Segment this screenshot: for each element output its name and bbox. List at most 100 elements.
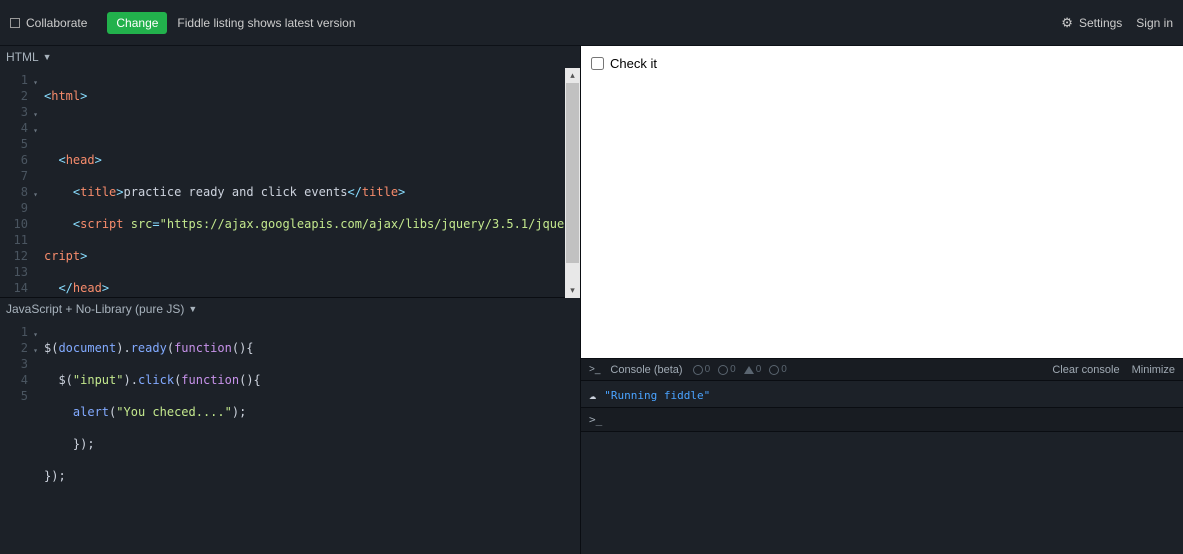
code-token: >: [95, 153, 102, 167]
line-num: 7: [21, 169, 28, 183]
line-num: 5: [21, 137, 28, 151]
js-editor[interactable]: 1▾ 2▾ 3 4 5 $(document).ready(function()…: [0, 320, 580, 554]
console-prompt: >_: [589, 413, 602, 426]
left-column: HTML ▼ 1▾ 2 3▾ 4▾ 5 6 7 8▾ 9 10 11 12 1: [0, 46, 580, 554]
line-num: 4: [21, 121, 28, 135]
code-token: cript: [44, 249, 80, 263]
code-token: (){: [232, 341, 254, 355]
code-token: function: [174, 341, 232, 355]
code-token: >: [102, 281, 109, 295]
sliders-icon: ⚙: [1061, 15, 1073, 31]
code-token: >: [398, 185, 405, 199]
code-token: "You checed....": [116, 405, 232, 419]
code-token: title: [362, 185, 398, 199]
code-token: head: [73, 281, 102, 295]
topbar: Collaborate Change Fiddle listing shows …: [0, 0, 1183, 46]
code-token: head: [66, 153, 95, 167]
topbar-left: Collaborate Change Fiddle listing shows …: [10, 12, 356, 34]
code-token: <: [58, 153, 65, 167]
html-pane-title: HTML: [6, 50, 39, 64]
code-token: alert: [73, 405, 109, 419]
fiddle-info: Change Fiddle listing shows latest versi…: [107, 12, 355, 34]
html-pane-header[interactable]: HTML ▼: [0, 46, 580, 68]
line-num: 4: [21, 373, 28, 387]
settings-label: Settings: [1079, 16, 1122, 30]
line-num: 2: [21, 89, 28, 103]
console-title: Console (beta): [610, 364, 682, 376]
minimize-console-button[interactable]: Minimize: [1132, 364, 1175, 376]
line-num: 13: [14, 265, 28, 279]
code-token: src: [124, 217, 153, 231]
counter-value: 0: [781, 364, 787, 375]
code-token: });: [73, 437, 95, 451]
line-num: 3: [21, 357, 28, 371]
code-token: $(: [58, 373, 72, 387]
clear-console-button[interactable]: Clear console: [1052, 364, 1119, 376]
chevron-down-icon: ▼: [188, 304, 197, 314]
code-token: ready: [131, 341, 167, 355]
scroll-down-icon[interactable]: ▾: [565, 283, 580, 298]
console-body: ☁ "Running fiddle" >_: [581, 381, 1183, 554]
settings-link[interactable]: ⚙ Settings: [1061, 15, 1122, 31]
code-token: title: [80, 185, 116, 199]
html-pane: HTML ▼ 1▾ 2 3▾ 4▾ 5 6 7 8▾ 9 10 11 12 1: [0, 46, 580, 298]
preview-checkbox-text: Check it: [610, 56, 657, 71]
scroll-up-icon[interactable]: ▴: [565, 68, 580, 83]
collaborate-icon: [10, 18, 20, 28]
counter-warn[interactable]: 0: [744, 364, 762, 375]
js-pane: JavaScript + No-Library (pure JS) ▼ 1▾ 2…: [0, 298, 580, 554]
counter-value: 0: [756, 364, 762, 375]
js-pane-header[interactable]: JavaScript + No-Library (pure JS) ▼: [0, 298, 580, 320]
fiddle-status-text: Fiddle listing shows latest version: [177, 16, 355, 30]
code-token: );: [232, 405, 246, 419]
console-line: ☁ "Running fiddle": [589, 385, 1175, 405]
console-header-left: >_ Console (beta) 0 0 0 0: [589, 364, 787, 376]
cloud-icon: ☁: [589, 388, 596, 402]
code-token: function: [181, 373, 239, 387]
js-gutter: 1▾ 2▾ 3 4 5: [0, 320, 38, 404]
code-token: });: [44, 469, 66, 483]
code-token: (: [167, 341, 174, 355]
line-num: 6: [21, 153, 28, 167]
code-token: ).: [123, 373, 137, 387]
preview-checkbox-label[interactable]: Check it: [591, 56, 1173, 71]
line-num: 12: [14, 249, 28, 263]
scroll-thumb[interactable]: [566, 83, 579, 263]
preview-checkbox[interactable]: [591, 57, 604, 70]
change-button[interactable]: Change: [107, 12, 167, 34]
console-message: "Running fiddle": [604, 389, 710, 402]
code-token: document: [58, 341, 116, 355]
counter-value: 0: [730, 364, 736, 375]
html-scrollbar[interactable]: ▴ ▾: [565, 68, 580, 298]
html-gutter: 1▾ 2 3▾ 4▾ 5 6 7 8▾ 9 10 11 12 13 14 15: [0, 68, 38, 297]
line-num: 1: [21, 325, 28, 339]
collaborate-button[interactable]: Collaborate: [10, 16, 87, 30]
line-num: 1: [21, 73, 28, 87]
counter-other[interactable]: 0: [769, 364, 787, 375]
line-num: 3: [21, 105, 28, 119]
line-num: 9: [21, 201, 28, 215]
counter-error[interactable]: 0: [718, 364, 736, 375]
code-token: $(: [44, 341, 58, 355]
code-token: script: [80, 217, 123, 231]
code-token: html: [51, 89, 80, 103]
code-token: </: [58, 281, 72, 295]
counter-info[interactable]: 0: [693, 364, 711, 375]
code-token: >: [116, 185, 123, 199]
prompt-icon: >_: [589, 364, 600, 375]
code-token: >: [80, 249, 87, 263]
topbar-right: ⚙ Settings Sign in: [1061, 15, 1173, 31]
html-editor[interactable]: 1▾ 2 3▾ 4▾ 5 6 7 8▾ 9 10 11 12 13 14 15 …: [0, 68, 580, 297]
line-num: 10: [14, 217, 28, 231]
right-column: Check it >_ Console (beta) 0 0 0 0 Clear…: [580, 46, 1183, 554]
html-code[interactable]: <html> <head> <title>practice ready and …: [44, 72, 580, 297]
line-num: 5: [21, 389, 28, 403]
js-code[interactable]: $(document).ready(function(){ $("input")…: [44, 324, 261, 516]
circle-icon: [693, 365, 703, 375]
console-input[interactable]: >_: [581, 407, 1183, 432]
code-token: "https://ajax.googleapis.com/ajax/libs/j…: [160, 217, 580, 231]
collaborate-label: Collaborate: [26, 16, 87, 30]
code-token: click: [138, 373, 174, 387]
circle-icon: [718, 365, 728, 375]
signin-link[interactable]: Sign in: [1136, 16, 1173, 30]
